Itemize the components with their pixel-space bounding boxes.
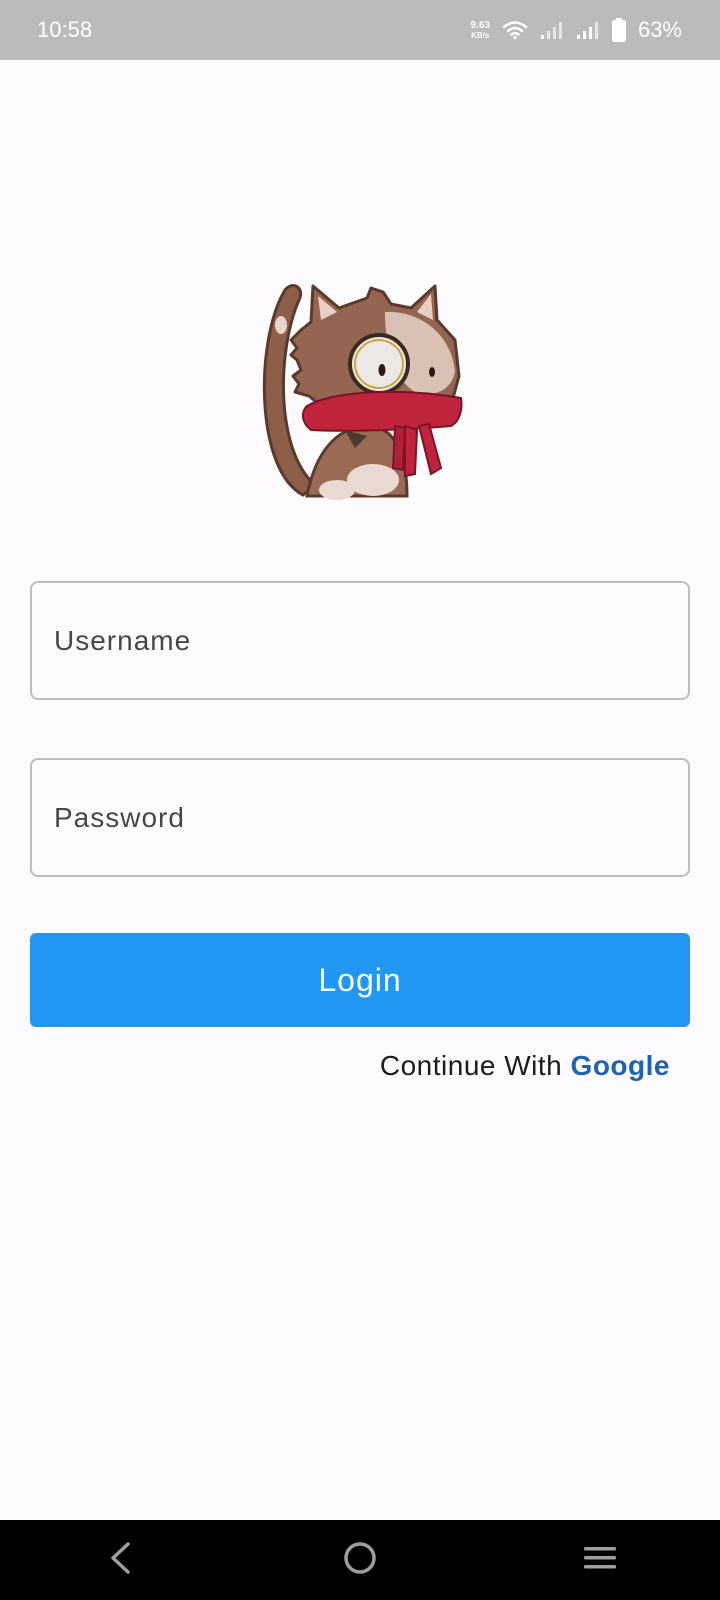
signal-icon	[540, 20, 564, 40]
nav-home-button[interactable]	[320, 1520, 400, 1600]
network-speed: 9.63 KB/s	[470, 19, 490, 40]
network-speed-value: 9.63	[470, 19, 490, 31]
password-input[interactable]	[32, 760, 688, 875]
login-button[interactable]: Login	[30, 933, 690, 1027]
google-sign-in-link[interactable]: Google	[571, 1050, 670, 1081]
nav-menu-button[interactable]	[560, 1520, 640, 1600]
network-speed-unit: KB/s	[471, 30, 490, 40]
login-screen: 10:58 9.63 KB/s 63% Username Login Conti…	[0, 0, 720, 1600]
status-icons: 9.63 KB/s 63%	[470, 17, 682, 43]
battery-icon	[611, 18, 626, 42]
home-icon	[342, 1540, 378, 1581]
battery-percentage: 63%	[637, 17, 682, 42]
menu-icon	[582, 1543, 618, 1578]
continue-with-google: Continue With Google	[380, 1050, 670, 1082]
cat-mascot-logo	[255, 280, 470, 506]
signal-icon	[576, 20, 600, 40]
status-time: 10:58	[37, 17, 93, 42]
wifi-icon	[502, 20, 528, 40]
continue-with-label: Continue With	[379, 1050, 563, 1081]
username-field[interactable]	[30, 581, 690, 700]
system-navigation-bar	[0, 1520, 720, 1600]
nav-back-button[interactable]	[80, 1520, 160, 1600]
status-bar: 10:58 9.63 KB/s 63%	[0, 0, 720, 60]
password-field[interactable]	[30, 758, 690, 877]
back-icon	[108, 1541, 132, 1580]
username-input[interactable]	[32, 583, 688, 698]
